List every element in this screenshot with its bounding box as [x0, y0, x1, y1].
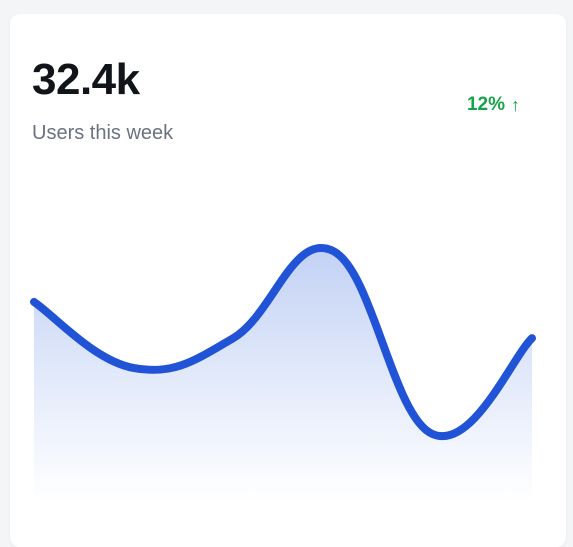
stat-card: 32.4k Users this week 12% ↑ [10, 14, 566, 547]
sparkline-chart [30, 244, 536, 501]
chart-area-fill [34, 247, 532, 501]
